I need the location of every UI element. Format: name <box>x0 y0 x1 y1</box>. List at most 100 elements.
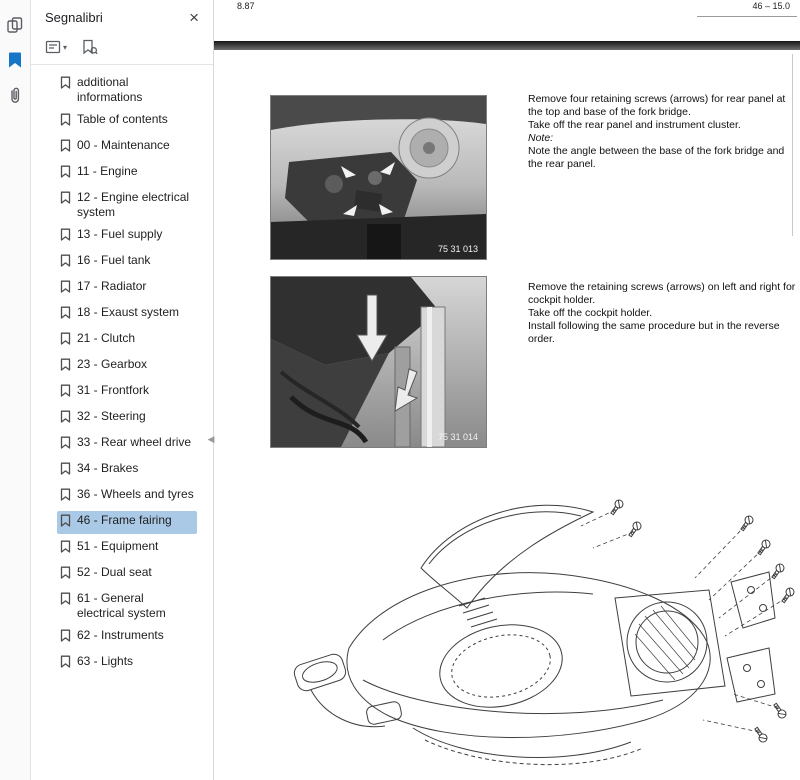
manual-photo-2: 75 31 014 <box>270 276 487 448</box>
bookmark-item[interactable]: 00 - Maintenance <box>57 136 197 159</box>
bookmark-flag-icon <box>60 138 71 157</box>
bookmark-item[interactable]: 16 - Fuel tank <box>57 251 197 274</box>
bookmark-item-label: 13 - Fuel supply <box>77 227 162 242</box>
bookmark-item-label: 31 - Frontfork <box>77 383 149 398</box>
bookmarks-panel: Segnalibri × ▾ <box>31 0 214 780</box>
bookmark-item-label: 00 - Maintenance <box>77 138 170 153</box>
bookmark-item-label: 12 - Engine electrical system <box>77 190 194 220</box>
bookmark-item[interactable]: 18 - Exaust system <box>57 303 197 326</box>
bookmark-flag-icon <box>60 461 71 480</box>
bookmark-flag-icon <box>60 513 71 532</box>
bookmark-item[interactable]: 36 - Wheels and tyres <box>57 485 197 508</box>
bookmark-flag-icon <box>60 253 71 272</box>
options-menu-icon[interactable]: ▾ <box>45 39 67 55</box>
document-page: 8.87 46 – 15.0 <box>214 0 800 780</box>
bookmark-item-label: 17 - Radiator <box>77 279 146 294</box>
page-number-right: 46 – 15.0 <box>752 1 790 11</box>
bookmark-item[interactable]: 46 - Frame fairing <box>57 511 197 534</box>
bookmark-item-label: 51 - Equipment <box>77 539 158 554</box>
bookmark-item-label: 21 - Clutch <box>77 331 135 346</box>
bookmark-item-label: 34 - Brakes <box>77 461 138 476</box>
bookmark-flag-icon <box>60 383 71 402</box>
bookmark-item-label: 33 - Rear wheel drive <box>77 435 191 450</box>
bookmark-item[interactable]: 13 - Fuel supply <box>57 225 197 248</box>
attachments-icon[interactable] <box>4 84 26 106</box>
bookmark-item-label: 23 - Gearbox <box>77 357 147 372</box>
bookmark-item-label: additional informations <box>77 75 194 105</box>
bookmark-flag-icon <box>60 409 71 428</box>
bookmark-item[interactable]: 52 - Dual seat <box>57 563 197 586</box>
photo-ref-label: 75 31 014 <box>438 432 478 442</box>
bookmark-item[interactable]: 51 - Equipment <box>57 537 197 560</box>
bookmark-item-label: 62 - Instruments <box>77 628 164 643</box>
bookmark-item[interactable]: 62 - Instruments <box>57 626 197 649</box>
bookmark-item[interactable]: 23 - Gearbox <box>57 355 197 378</box>
bookmark-item[interactable]: 11 - Engine <box>57 162 197 185</box>
bookmark-item[interactable]: 63 - Lights <box>57 652 197 675</box>
bookmark-flag-icon <box>60 112 71 131</box>
bookmark-flag-icon <box>60 628 71 647</box>
bookmark-flag-icon <box>60 487 71 506</box>
bookmark-list: additional informations Table of content… <box>31 65 213 780</box>
bookmark-item[interactable]: 21 - Clutch <box>57 329 197 352</box>
bookmark-flag-icon <box>60 305 71 324</box>
bookmark-item-label: 63 - Lights <box>77 654 133 669</box>
paragraph: Install following the same procedure but… <box>528 320 798 346</box>
bookmark-flag-icon <box>60 190 71 209</box>
chevron-down-icon: ▾ <box>63 43 67 52</box>
paragraph: Remove four retaining screws (arrows) fo… <box>528 93 798 119</box>
bookmark-item[interactable]: additional informations <box>57 73 197 107</box>
bookmark-item-label: 61 - General electrical system <box>77 591 194 621</box>
panel-title: Segnalibri <box>45 10 185 25</box>
bookmark-item[interactable]: Table of contents <box>57 110 197 133</box>
bookmark-item[interactable]: 61 - General electrical system <box>57 589 197 623</box>
page-thumbnails-icon[interactable] <box>4 14 26 36</box>
paragraph: Take off the cockpit holder. <box>528 307 798 320</box>
bookmark-flag-icon <box>60 565 71 584</box>
instruction-text-2: Remove the retaining screws (arrows) on … <box>528 281 798 346</box>
page-number-left: 8.87 <box>237 1 255 11</box>
note-text: Note the angle between the base of the f… <box>528 145 798 171</box>
pdf-viewer: Segnalibri × ▾ <box>0 0 800 780</box>
bookmark-item-label: 52 - Dual seat <box>77 565 152 580</box>
paragraph: Remove the retaining screws (arrows) on … <box>528 281 798 307</box>
bookmark-flag-icon <box>60 591 71 610</box>
bookmark-flag-icon <box>60 539 71 558</box>
exploded-diagram <box>263 490 795 778</box>
photo-ref-label: 75 31 013 <box>438 244 478 254</box>
bookmarks-toolbar: ▾ <box>31 32 213 65</box>
bookmark-flag-icon <box>60 357 71 376</box>
bookmark-flag-icon <box>60 279 71 298</box>
bookmark-flag-icon <box>60 435 71 454</box>
paragraph: Take off the rear panel and instrument c… <box>528 119 798 132</box>
manual-photo-1: 75 31 013 <box>270 95 487 260</box>
bookmark-item[interactable]: 12 - Engine electrical system <box>57 188 197 222</box>
bookmark-item[interactable]: 31 - Frontfork <box>57 381 197 404</box>
bookmark-item-label: 18 - Exaust system <box>77 305 179 320</box>
bookmark-item-label: 32 - Steering <box>77 409 146 424</box>
bookmark-item[interactable]: 17 - Radiator <box>57 277 197 300</box>
bookmarks-panel-header: Segnalibri × <box>31 0 213 32</box>
bookmark-flag-icon <box>60 164 71 183</box>
bookmark-flag-icon <box>60 75 71 94</box>
bookmark-item[interactable]: 33 - Rear wheel drive <box>57 433 197 456</box>
bookmark-item[interactable]: 34 - Brakes <box>57 459 197 482</box>
bookmark-item-label: 46 - Frame fairing <box>77 513 172 528</box>
header-rule <box>697 16 797 17</box>
bookmark-flag-icon <box>60 654 71 673</box>
left-icon-rail <box>0 0 31 780</box>
bookmark-item-label: 36 - Wheels and tyres <box>77 487 194 502</box>
close-icon[interactable]: × <box>185 7 203 28</box>
instruction-text-1: Remove four retaining screws (arrows) fo… <box>528 93 798 171</box>
bookmark-flag-icon <box>60 227 71 246</box>
locate-bookmark-icon[interactable] <box>81 39 98 55</box>
scan-artifact-bar <box>214 41 800 50</box>
bookmarks-icon[interactable] <box>4 49 26 71</box>
bookmark-item-label: 16 - Fuel tank <box>77 253 150 268</box>
note-label: Note: <box>528 132 798 145</box>
panel-collapse-icon[interactable]: ◀ <box>204 430 218 448</box>
bookmark-item-label: 11 - Engine <box>77 164 138 179</box>
bookmark-item-label: Table of contents <box>77 112 168 127</box>
bookmark-item[interactable]: 32 - Steering <box>57 407 197 430</box>
bookmark-flag-icon <box>60 331 71 350</box>
